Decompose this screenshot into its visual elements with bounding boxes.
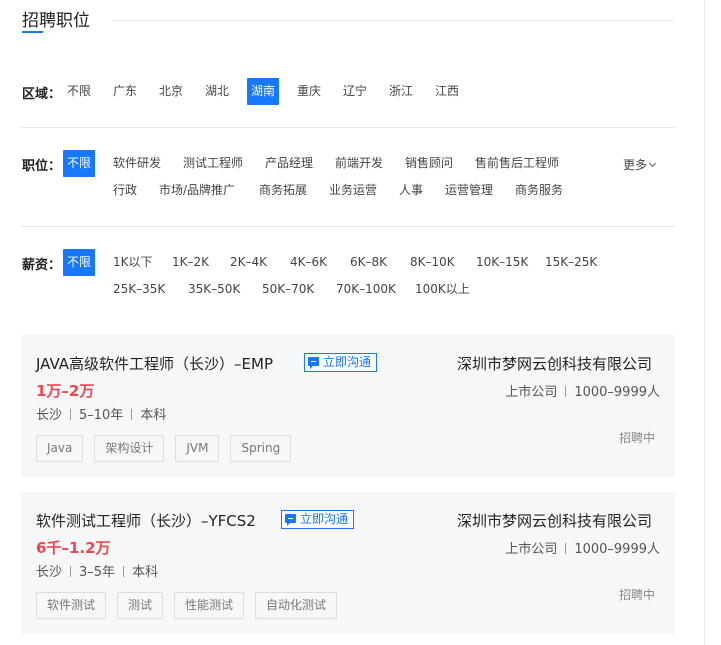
more-label: 更多 xyxy=(623,158,648,172)
company-name[interactable]: 深圳市梦网云创科技有限公司 xyxy=(457,510,652,531)
job-title[interactable]: 软件测试工程师（长沙）–YFCS2 xyxy=(36,510,256,531)
section-title: 招聘职位 xyxy=(22,11,90,31)
salary-option[interactable]: 8K–10K xyxy=(410,249,455,276)
job-salary: 6千–1.2万 xyxy=(36,539,111,557)
chat-bubble-icon xyxy=(285,514,296,526)
separator xyxy=(123,566,125,577)
salary-option[interactable]: 15K–25K xyxy=(545,249,597,276)
job-experience: 5–10年 xyxy=(79,408,124,423)
position-option[interactable]: 行政 xyxy=(113,177,137,204)
salary-option[interactable]: 2K–4K xyxy=(230,249,267,276)
position-option[interactable]: 市场/品牌推广 xyxy=(159,177,235,204)
job-tag: 架构设计 xyxy=(94,435,165,462)
salary-option[interactable]: 10K–15K xyxy=(476,249,528,276)
separator xyxy=(565,543,567,554)
position-option[interactable]: 商务拓展 xyxy=(259,177,307,204)
chat-now-label: 立即沟通 xyxy=(323,355,372,369)
company-meta: 上市公司 1000–9999人 xyxy=(505,538,660,557)
chevron-down-icon xyxy=(648,159,657,168)
salary-option[interactable]: 4K–6K xyxy=(290,249,327,276)
region-option[interactable]: 江西 xyxy=(435,78,459,105)
position-option[interactable]: 售前售后工程师 xyxy=(475,150,559,177)
hiring-status: 招聘中 xyxy=(618,431,655,445)
position-option[interactable]: 人事 xyxy=(399,177,423,204)
job-tag: 软件测试 xyxy=(36,592,107,619)
job-tag: Java xyxy=(36,435,84,462)
salary-option[interactable]: 35K–50K xyxy=(188,276,240,303)
chat-bubble-icon xyxy=(308,357,319,369)
region-option[interactable]: 辽宁 xyxy=(343,78,367,105)
separator xyxy=(70,566,72,577)
company-size: 1000–9999人 xyxy=(574,542,660,557)
position-filter-label: 职位： xyxy=(22,159,62,174)
filter-divider xyxy=(21,226,675,227)
position-option[interactable]: 运营管理 xyxy=(445,177,493,204)
position-option[interactable]: 前端开发 xyxy=(335,150,383,177)
job-city: 长沙 xyxy=(36,565,63,580)
job-tag: Spring xyxy=(230,435,292,462)
region-option[interactable]: 浙江 xyxy=(389,78,413,105)
position-more-button[interactable]: 更多 xyxy=(623,156,657,173)
job-card[interactable]: 软件测试工程师（长沙）–YFCS2 立即沟通 6千–1.2万 长沙 3–5年 本科 … xyxy=(21,492,675,634)
company-meta: 上市公司 1000–9999人 xyxy=(505,381,660,400)
position-option[interactable]: 销售顾问 xyxy=(405,150,453,177)
position-option[interactable]: 业务运营 xyxy=(329,177,377,204)
region-filter-label: 区域： xyxy=(22,87,62,102)
job-city: 长沙 xyxy=(36,408,63,423)
chat-now-label: 立即沟通 xyxy=(300,512,349,526)
separator xyxy=(565,386,567,397)
salary-option[interactable]: 6K–8K xyxy=(350,249,387,276)
job-card[interactable]: JAVA高级软件工程师（长沙）–EMP 立即沟通 1万–2万 长沙 5–10年 本科… xyxy=(21,335,675,477)
chat-now-button[interactable]: 立即沟通 xyxy=(304,353,378,372)
position-option[interactable]: 商务服务 xyxy=(515,177,563,204)
separator xyxy=(70,409,72,420)
job-tag: JVM xyxy=(175,435,220,462)
job-salary: 1万–2万 xyxy=(36,382,95,400)
salary-option[interactable]: 1K以下 xyxy=(113,249,153,276)
region-option[interactable]: 广东 xyxy=(113,78,137,105)
salary-option[interactable]: 1K–2K xyxy=(172,249,209,276)
job-tag: 性能测试 xyxy=(174,592,245,619)
position-option[interactable]: 测试工程师 xyxy=(183,150,243,177)
company-type: 上市公司 xyxy=(505,542,558,557)
region-option-selected[interactable]: 湖南 xyxy=(247,78,280,105)
position-option-selected[interactable]: 不限 xyxy=(63,150,96,177)
job-meta: 长沙 5–10年 本科 xyxy=(36,404,166,423)
job-tags: 软件测试 测试 性能测试 自动化测试 xyxy=(36,592,338,619)
position-option[interactable]: 软件研发 xyxy=(113,150,161,177)
job-education: 本科 xyxy=(132,565,159,580)
salary-option[interactable]: 25K–35K xyxy=(113,276,165,303)
separator xyxy=(131,409,133,420)
section-title-underline xyxy=(22,31,43,33)
chat-now-button[interactable]: 立即沟通 xyxy=(281,510,355,529)
region-option[interactable]: 不限 xyxy=(67,78,91,105)
salary-option[interactable]: 50K–70K xyxy=(262,276,314,303)
job-tag: 自动化测试 xyxy=(255,592,338,619)
job-meta: 长沙 3–5年 本科 xyxy=(36,561,158,580)
region-option[interactable]: 湖北 xyxy=(205,78,229,105)
region-option[interactable]: 北京 xyxy=(159,78,183,105)
job-experience: 3–5年 xyxy=(79,565,116,580)
page-right-border xyxy=(704,0,705,645)
hiring-status: 招聘中 xyxy=(618,588,655,602)
filter-divider xyxy=(21,127,675,128)
company-name[interactable]: 深圳市梦网云创科技有限公司 xyxy=(457,353,652,374)
company-type: 上市公司 xyxy=(505,385,558,400)
title-rule xyxy=(112,20,675,21)
job-title[interactable]: JAVA高级软件工程师（长沙）–EMP xyxy=(36,353,273,374)
job-tag: 测试 xyxy=(117,592,164,619)
region-option[interactable]: 重庆 xyxy=(297,78,321,105)
job-education: 本科 xyxy=(140,408,167,423)
salary-option[interactable]: 100K以上 xyxy=(415,276,470,303)
salary-option-selected[interactable]: 不限 xyxy=(63,249,96,276)
salary-filter-label: 薪资： xyxy=(22,258,62,273)
company-size: 1000–9999人 xyxy=(574,385,660,400)
salary-option[interactable]: 70K–100K xyxy=(336,276,396,303)
position-option[interactable]: 产品经理 xyxy=(265,150,313,177)
job-tags: Java 架构设计 JVM Spring xyxy=(36,435,292,462)
